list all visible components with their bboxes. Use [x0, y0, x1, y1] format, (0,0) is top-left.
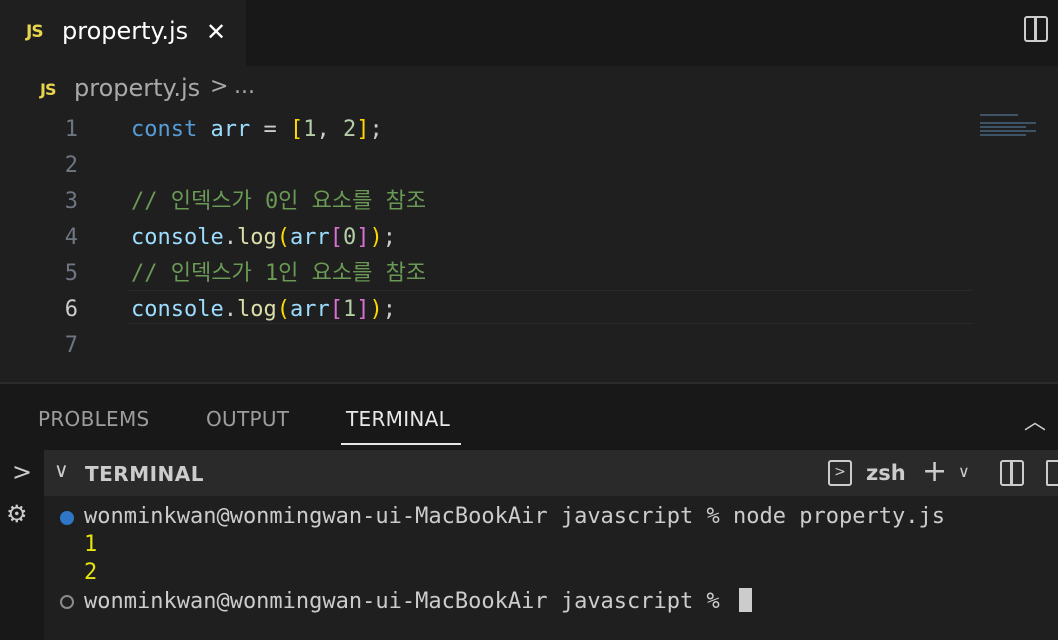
- js-file-icon: JS: [26, 22, 44, 42]
- tab-output[interactable]: OUTPUT: [206, 407, 289, 431]
- split-terminal-icon[interactable]: [1000, 460, 1024, 486]
- terminal-line: wonminkwan@wonmingwan-ui-MacBookAir java…: [84, 504, 945, 529]
- panel-tab-bar: PROBLEMS OUTPUT TERMINAL ︿: [0, 384, 1058, 450]
- plus-icon[interactable]: +: [922, 454, 947, 489]
- trash-icon[interactable]: [1046, 460, 1058, 486]
- chevron-down-icon[interactable]: ∨: [958, 462, 970, 481]
- chevron-right-icon: >: [210, 74, 229, 99]
- code-line: 4 console.log(arr[0]);: [0, 220, 980, 256]
- tab-problems[interactable]: PROBLEMS: [38, 407, 150, 431]
- split-editor-icon[interactable]: [1024, 16, 1048, 42]
- minimap[interactable]: [980, 112, 1040, 152]
- code-line: 7: [0, 328, 980, 364]
- panel-side-bar: > ⚙: [0, 450, 45, 640]
- line-number: 7: [64, 333, 78, 358]
- close-icon[interactable]: ✕: [206, 18, 226, 46]
- terminal-output: 2: [84, 560, 98, 585]
- terminal-shell-label[interactable]: zsh: [866, 461, 906, 485]
- code-text: console.log(arr[1]);: [131, 297, 396, 322]
- code-comment: // 인덱스가 1인 요소를 참조: [131, 261, 427, 286]
- code-text: const arr = [1, 2];: [131, 117, 383, 142]
- terminal-body[interactable]: wonminkwan@wonmingwan-ui-MacBookAir java…: [44, 496, 1058, 640]
- terminal-header: ∨ TERMINAL > zsh + ∨: [44, 450, 1058, 496]
- command-status-icon[interactable]: [60, 595, 74, 609]
- terminal-prompt-line: wonminkwan@wonmingwan-ui-MacBookAir java…: [84, 588, 753, 614]
- line-number: 3: [64, 189, 78, 214]
- editor-tab-bar: JS property.js ✕: [0, 0, 1058, 66]
- line-number: 2: [64, 153, 78, 178]
- tab-terminal[interactable]: TERMINAL: [346, 407, 450, 431]
- code-line: 1 const arr = [1, 2];: [0, 112, 980, 148]
- command-status-icon[interactable]: [60, 511, 74, 525]
- line-number: 4: [64, 225, 78, 250]
- active-tab-indicator: [341, 443, 461, 445]
- line-number: 1: [64, 117, 78, 142]
- breadcrumb-file[interactable]: property.js: [74, 74, 200, 102]
- code-line: 5 // 인덱스가 1인 요소를 참조: [0, 256, 980, 292]
- code-comment: // 인덱스가 0인 요소를 참조: [131, 189, 427, 214]
- terminal-prompt-icon[interactable]: >: [828, 460, 852, 486]
- terminal-cursor: [739, 588, 753, 612]
- breadcrumb: JS property.js > ...: [0, 66, 1058, 112]
- tab-label: property.js: [62, 17, 189, 45]
- tab-property-js[interactable]: JS property.js ✕: [0, 0, 246, 66]
- terminal-title: TERMINAL: [85, 462, 205, 486]
- code-line: 6 console.log(arr[1]);: [0, 292, 980, 328]
- chevron-up-icon[interactable]: ︿: [1024, 404, 1046, 436]
- line-number: 5: [64, 261, 78, 286]
- code-line: 2: [0, 148, 980, 184]
- chevron-down-icon[interactable]: ∨: [54, 458, 69, 482]
- debug-icon[interactable]: ⚙: [6, 500, 28, 528]
- code-text: console.log(arr[0]);: [131, 225, 396, 250]
- code-editor[interactable]: 1 const arr = [1, 2]; 2 3 // 인덱스가 0인 요소를…: [0, 112, 1058, 382]
- chevron-right-icon[interactable]: >: [12, 458, 32, 486]
- breadcrumb-symbols[interactable]: ...: [234, 74, 255, 99]
- js-file-icon: JS: [40, 80, 57, 99]
- code-line: 3 // 인덱스가 0인 요소를 참조: [0, 184, 980, 220]
- terminal-output: 1: [84, 532, 98, 557]
- line-number: 6: [64, 297, 78, 322]
- terminal-prompt: wonminkwan@wonmingwan-ui-MacBookAir java…: [84, 589, 734, 614]
